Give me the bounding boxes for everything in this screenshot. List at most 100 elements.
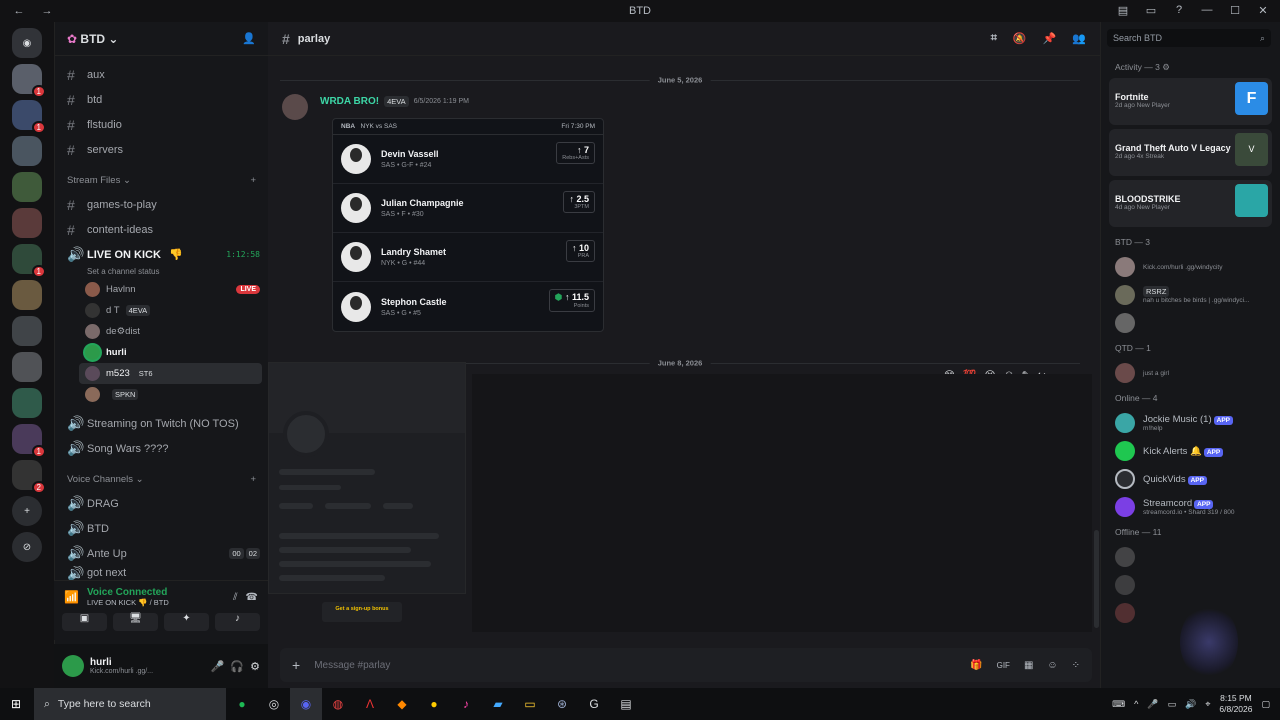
member[interactable]	[1101, 309, 1280, 337]
voice-channel-ante-up[interactable]: 🔊 Ante Up 00 02	[55, 541, 268, 566]
channel-status[interactable]: Set a channel status	[55, 267, 268, 279]
voice-channel-drag[interactable]: 🔊 DRAG	[55, 491, 268, 516]
mic-icon[interactable]: 🎤	[1147, 699, 1158, 710]
app-icon[interactable]: ◆	[386, 688, 418, 720]
server-icon[interactable]	[12, 280, 42, 310]
app-icon[interactable]: ▰	[482, 688, 514, 720]
pin-icon[interactable]: 📌	[1043, 32, 1057, 45]
keyboard-icon[interactable]: ⌨	[1112, 699, 1125, 710]
channel-btd[interactable]: # btd	[55, 87, 268, 112]
file-explorer-icon[interactable]: ▭	[514, 688, 546, 720]
settings-gear-icon[interactable]: ⚙	[250, 660, 260, 673]
member-offline[interactable]	[1101, 543, 1280, 571]
apps-icon[interactable]: ⁘	[1072, 660, 1080, 671]
member-offline[interactable]	[1101, 571, 1280, 599]
gif-icon[interactable]: GIF	[997, 661, 1010, 670]
channel-content-ideas[interactable]: # content-ideas	[55, 217, 268, 242]
window-icon[interactable]: ▭	[1144, 3, 1158, 17]
network-icon[interactable]: ▭	[1168, 699, 1177, 710]
server-icon[interactable]	[12, 136, 42, 166]
voice-channel-song-wars[interactable]: 🔊 Song Wars ????	[55, 436, 268, 461]
app-icon[interactable]: ◎	[258, 688, 290, 720]
member-bot[interactable]: Jockie Music (1) APP m!help	[1101, 409, 1280, 437]
upload-plus-icon[interactable]: +	[292, 657, 300, 673]
voice-channel-btd[interactable]: 🔊 BTD	[55, 516, 268, 541]
channel-games-to-play[interactable]: # games-to-play	[55, 192, 268, 217]
windows-start-icon[interactable]: ⊞	[0, 688, 32, 720]
minimize-icon[interactable]: —	[1200, 3, 1214, 17]
member[interactable]: RSRZ nah u bitches be birds | .gg/windyci…	[1101, 281, 1280, 309]
disconnect-icon[interactable]: ☎	[246, 592, 258, 603]
emoji-icon[interactable]: ☺	[1047, 660, 1057, 671]
add-server-icon[interactable]: +	[12, 496, 42, 526]
channel-servers[interactable]: # servers	[55, 137, 268, 162]
server-folder-icon[interactable]: 1	[12, 100, 46, 134]
category-stream-files[interactable]: Stream Files ⌄ +	[55, 168, 268, 192]
voice-user[interactable]: Havlnn LIVE	[55, 279, 268, 300]
server-icon[interactable]	[12, 172, 42, 202]
soundboard-button[interactable]: ♪	[215, 613, 260, 631]
category-voice-channels[interactable]: Voice Channels ⌄ +	[55, 467, 268, 491]
add-channel-icon[interactable]: +	[250, 474, 256, 485]
language-icon[interactable]: ⌖	[1205, 699, 1210, 710]
member-bot[interactable]: Streamcord APP streamcord.io • Shard 319 /…	[1101, 493, 1280, 521]
voice-channel-got-next[interactable]: 🔊 got next	[55, 566, 268, 580]
server-icon[interactable]	[12, 388, 42, 418]
chat-scrollbar[interactable]	[1094, 530, 1099, 628]
inbox-icon[interactable]: ▤	[1116, 3, 1130, 17]
member-bot[interactable]: Kick Alerts 🔔 APP	[1101, 437, 1280, 465]
message-author[interactable]: WRDA BRO!	[320, 96, 379, 107]
activity-card-fortnite[interactable]: Fortnite 2d ago New Player F	[1109, 78, 1272, 125]
member-bot[interactable]: QuickVids APP	[1101, 465, 1280, 493]
members-icon[interactable]: 👥	[1072, 32, 1086, 45]
search-input[interactable]: Search BTD ⌕	[1107, 29, 1271, 47]
author-avatar[interactable]	[282, 94, 308, 120]
screen-share-button[interactable]: 🖥	[113, 613, 158, 631]
add-channel-icon[interactable]: +	[250, 175, 256, 186]
message-input[interactable]: Message #parlay	[314, 660, 956, 671]
activity-button[interactable]: ✦	[164, 613, 209, 631]
mute-icon[interactable]: 🔕	[1013, 32, 1027, 45]
help-icon[interactable]: ?	[1172, 3, 1186, 17]
invite-icon[interactable]: 👤	[242, 32, 256, 45]
parlay-card[interactable]: NBA NYK vs SAS Fri 7:30 PM Devin Vassell…	[332, 118, 604, 332]
app-icon[interactable]: Λ	[354, 688, 386, 720]
voice-user[interactable]: SPKN	[55, 384, 268, 405]
app-icon[interactable]: G	[578, 688, 610, 720]
server-icon[interactable]: 2	[12, 460, 46, 494]
channel-flstudio[interactable]: # flstudio	[55, 112, 268, 137]
voice-user[interactable]: m523 ST6	[79, 363, 262, 384]
noise-suppression-icon[interactable]: ⫽	[233, 592, 237, 603]
server-icon[interactable]	[12, 352, 42, 382]
threads-icon[interactable]: ⌗	[991, 32, 997, 45]
gift-icon[interactable]: 🎁	[970, 660, 982, 671]
username[interactable]: hurli	[90, 657, 205, 668]
video-button[interactable]: ▣	[62, 613, 107, 631]
app-icon[interactable]: ▤	[610, 688, 642, 720]
activity-card-bloodstrike[interactable]: BLOODSTRIKE 4d ago New Player	[1109, 180, 1272, 227]
discover-icon[interactable]: ⊘	[12, 532, 42, 562]
voice-user[interactable]: de⚙dist	[55, 321, 268, 342]
voice-channel-live-on-kick[interactable]: 🔊 LIVE ON KICK 👎 1:12:58	[55, 242, 268, 267]
forward-icon[interactable]: →	[40, 4, 54, 18]
tray-chevron-icon[interactable]: ^	[1134, 699, 1138, 709]
back-icon[interactable]: ←	[12, 4, 26, 18]
clock[interactable]: 8:15 PM 6/8/2026	[1219, 693, 1252, 715]
server-icon[interactable]	[12, 316, 42, 346]
discord-icon[interactable]: ◉	[290, 688, 322, 720]
server-icon[interactable]: 1	[12, 64, 46, 98]
activity-card-gta[interactable]: Grand Theft Auto V Legacy 2d ago 4x Strea…	[1109, 129, 1272, 176]
notifications-icon[interactable]: ▢	[1261, 699, 1270, 710]
member[interactable]: just a girl	[1101, 359, 1280, 387]
server-icon[interactable]: 1	[12, 244, 46, 278]
server-icon[interactable]	[12, 208, 42, 238]
tiktok-icon[interactable]: ♪	[450, 688, 482, 720]
voice-location[interactable]: LIVE ON KICK 👎 / BTD	[87, 598, 169, 607]
member[interactable]: Kick.com/hurli .gg/windycity	[1101, 253, 1280, 281]
voice-user[interactable]: d T 4EVA	[55, 300, 268, 321]
volume-icon[interactable]: 🔊	[1185, 699, 1196, 710]
discord-home-icon[interactable]: ◉	[12, 28, 42, 58]
steam-icon[interactable]: ⊛	[546, 688, 578, 720]
chrome-icon[interactable]: ◍	[322, 688, 354, 720]
server-header[interactable]: ✿ BTD ⌄ 👤	[55, 22, 268, 56]
